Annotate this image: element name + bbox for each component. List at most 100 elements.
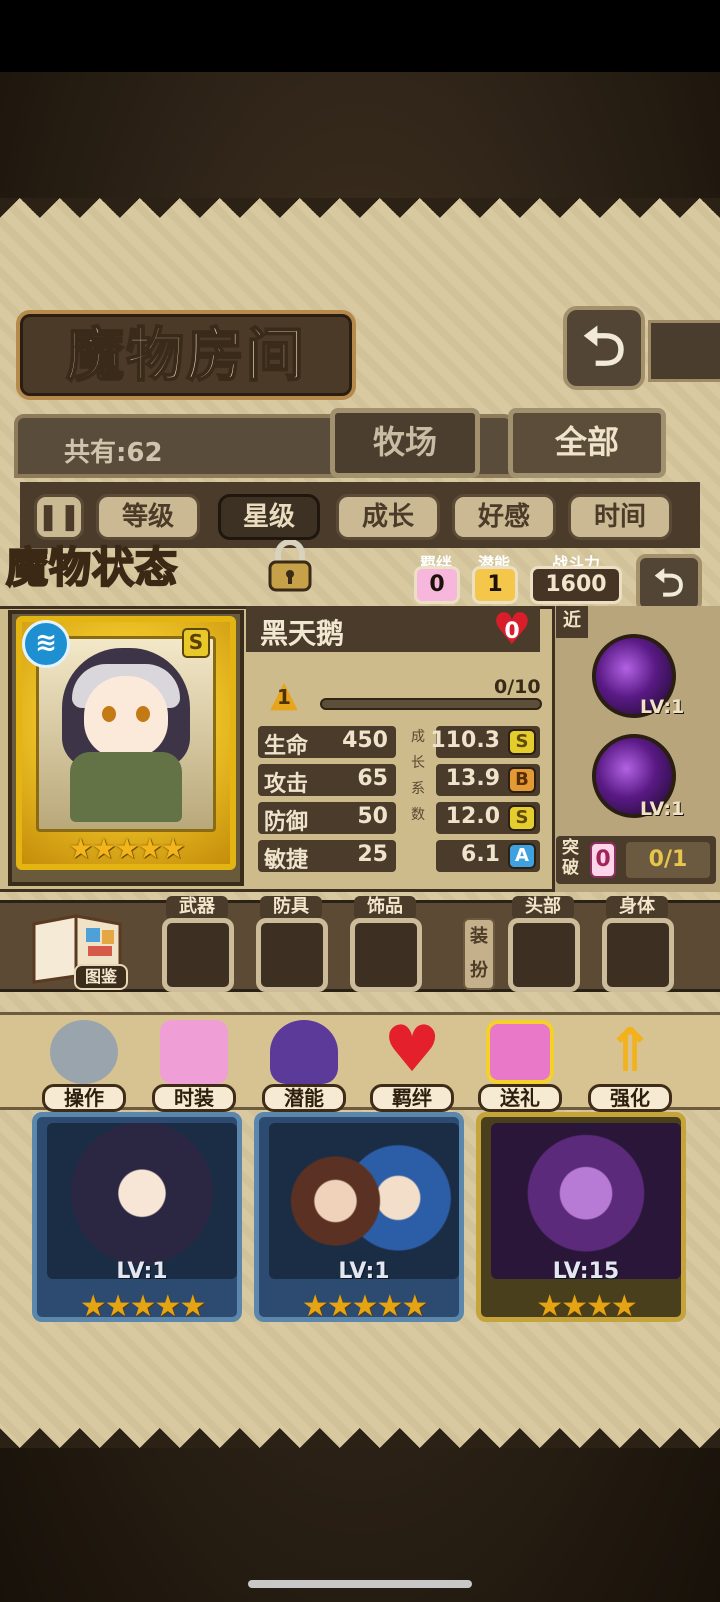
- stat-value: 25: [357, 842, 388, 867]
- portrait-face: [84, 676, 168, 758]
- slot-label-body: 身体: [606, 896, 668, 920]
- stat-defense: 防御 50: [258, 802, 396, 835]
- slot-label-accessory: 饰品: [354, 896, 416, 920]
- gift-label: 送礼: [478, 1084, 562, 1112]
- return-arrow-icon: ⮌: [582, 315, 626, 378]
- tab-all[interactable]: 全部: [508, 408, 666, 478]
- slot-weapon[interactable]: [162, 918, 234, 992]
- hearts-icon: ♥: [383, 1013, 441, 1087]
- potential-action-label: 潜能: [262, 1084, 346, 1112]
- slot-label-armor: 防具: [260, 896, 322, 920]
- affection-value: 0: [504, 619, 520, 644]
- growth-hp: 110.3 S: [430, 726, 540, 758]
- card-stars: ★★★★★: [79, 1289, 206, 1324]
- range-tag: 近: [556, 606, 588, 638]
- panel-edge-top: [0, 198, 720, 238]
- skill-2-level: LV:1: [640, 798, 685, 820]
- breakthrough-label: 突破: [562, 838, 579, 878]
- growth-char: 成: [411, 729, 425, 745]
- card-stars: ★★★★: [536, 1289, 638, 1324]
- skill-1-level: LV:1: [640, 696, 685, 718]
- costume-label: 时装: [152, 1084, 236, 1112]
- operate-button[interactable]: 操作: [42, 1020, 126, 1112]
- power-value: 1600: [530, 566, 622, 604]
- stat-hp: 生命 450: [258, 726, 396, 759]
- bond-action-label: 羁绊: [370, 1084, 454, 1112]
- breakthrough-progress: 0/1: [626, 842, 710, 878]
- slot-body[interactable]: [602, 918, 674, 992]
- xp-text: 0/10: [494, 676, 541, 698]
- monster-count: 共有:62: [64, 438, 163, 468]
- slot-head[interactable]: [508, 918, 580, 992]
- growth-defense: 12.0 S: [436, 802, 540, 834]
- lock-button[interactable]: [262, 539, 318, 592]
- stat-label: 敏捷: [264, 848, 309, 873]
- enhance-button[interactable]: ⇑ 强化: [588, 1020, 672, 1112]
- grade-badge: A: [508, 843, 536, 869]
- star-rating: ★★★★★: [68, 832, 186, 865]
- gift-button[interactable]: 送礼: [478, 1020, 562, 1112]
- tab-ranch[interactable]: 牧场: [330, 408, 480, 478]
- page-title-text: 魔物房间: [65, 320, 306, 390]
- card-art: [491, 1123, 681, 1279]
- stat-agility: 敏捷 25: [258, 840, 396, 873]
- card-art: [47, 1123, 237, 1279]
- sort-affection-button[interactable]: 好感: [452, 494, 556, 540]
- portrait-cloak: [70, 752, 182, 822]
- header-strip: [648, 320, 720, 382]
- stat-label: 攻击: [264, 772, 309, 797]
- growth-attack: 13.9 B: [436, 764, 540, 796]
- growth-char: 长: [411, 755, 425, 771]
- stat-label: 生命: [264, 734, 309, 759]
- status-return-button[interactable]: ⮌: [636, 554, 702, 612]
- card-level: LV:1: [338, 1259, 390, 1284]
- breakthrough-value: 0: [590, 842, 616, 878]
- home-indicator[interactable]: [248, 1580, 472, 1588]
- growth-char: 系: [411, 781, 425, 797]
- monster-card-3[interactable]: LV:15 ★★★★: [476, 1112, 686, 1324]
- growth-coefficient-label: 成 长 系 数: [406, 724, 430, 828]
- gear-icon: [50, 1020, 118, 1084]
- level-value: 1: [277, 685, 291, 709]
- return-arrow-icon: ⮌: [653, 561, 685, 605]
- sort-growth-button[interactable]: 成长: [336, 494, 440, 540]
- breakthrough-row: 突破 0 0/1: [556, 836, 716, 884]
- status-bar: [0, 0, 720, 72]
- demon-icon: [270, 1020, 338, 1084]
- slot-armor[interactable]: [256, 918, 328, 992]
- stat-attack: 攻击 65: [258, 764, 396, 797]
- costume-button[interactable]: 时装: [152, 1020, 236, 1112]
- sort-time-button[interactable]: 时间: [568, 494, 672, 540]
- slot-label-weapon: 武器: [166, 896, 228, 920]
- lock-icon: [268, 539, 312, 592]
- encyclopedia-label: 图鉴: [74, 964, 128, 990]
- xp-bar: [320, 698, 542, 710]
- growth-agility: 6.1 A: [436, 840, 540, 872]
- monster-card-1[interactable]: LV:1 ★★★★★: [32, 1112, 242, 1324]
- growth-value: 13.9: [445, 766, 500, 791]
- card-art: [269, 1123, 459, 1279]
- gift-icon: [486, 1020, 554, 1084]
- card-level: LV:15: [552, 1259, 620, 1284]
- panel-edge-bottom: [0, 1408, 720, 1448]
- growth-value: 12.0: [445, 804, 500, 829]
- card-level: LV:1: [116, 1259, 168, 1284]
- operate-label: 操作: [42, 1084, 126, 1112]
- stat-label: 防御: [264, 810, 309, 835]
- growth-value: 110.3: [430, 728, 500, 753]
- water-element-icon: ≋: [22, 620, 70, 668]
- monster-name: 黑天鹅: [260, 617, 345, 650]
- monster-card-2[interactable]: LV:1 ★★★★★: [254, 1112, 464, 1324]
- slot-label-head: 头部: [512, 896, 574, 920]
- growth-char: 数: [411, 807, 425, 823]
- potential-button[interactable]: 潜能: [262, 1020, 346, 1112]
- enhance-label: 强化: [588, 1084, 672, 1112]
- rank-badge: S: [182, 628, 210, 658]
- portrait-eye-right: [136, 706, 150, 722]
- bond-button[interactable]: ♥ 羁绊: [370, 1013, 454, 1112]
- potential-value: 1: [472, 566, 518, 604]
- pause-sort-icon: ❚❚: [37, 502, 81, 532]
- stat-value: 450: [342, 728, 388, 753]
- slot-accessory[interactable]: [350, 918, 422, 992]
- return-button[interactable]: ⮌: [563, 306, 645, 390]
